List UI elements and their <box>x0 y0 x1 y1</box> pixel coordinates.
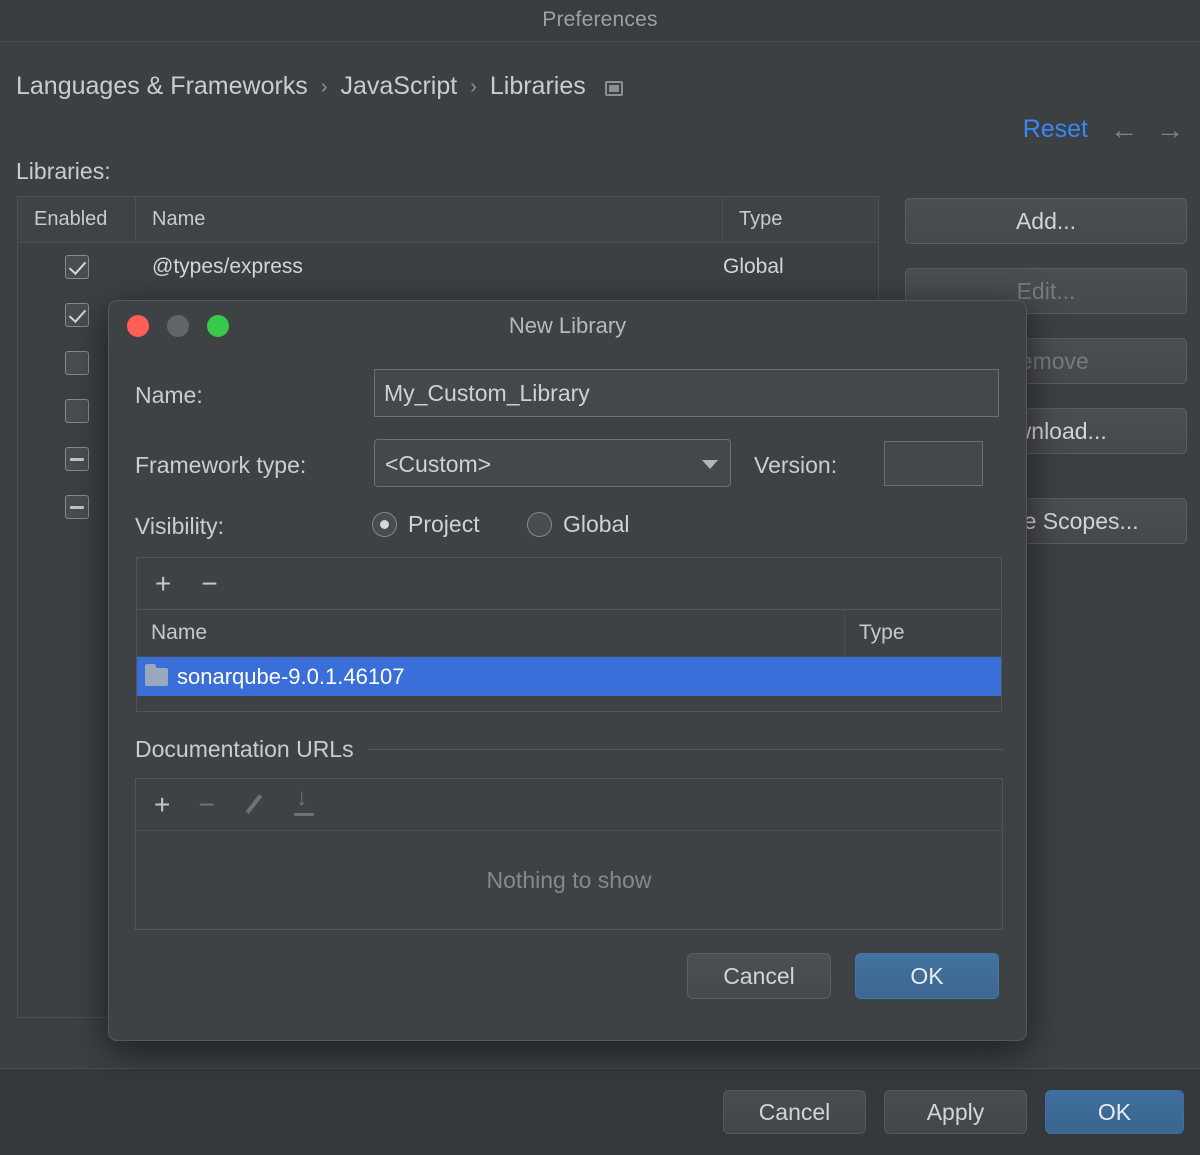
preferences-footer: Cancel Apply OK <box>0 1069 1200 1155</box>
breadcrumb-separator: › <box>470 76 477 98</box>
dialog-ok-button[interactable]: OK <box>855 953 999 999</box>
add-button[interactable]: Add... <box>905 198 1187 244</box>
dialog-cancel-button[interactable]: Cancel <box>687 953 831 999</box>
row-type-cell: Global <box>723 255 784 278</box>
breadcrumb-separator: › <box>320 76 328 98</box>
apply-button[interactable]: Apply <box>884 1090 1027 1134</box>
visibility-radio-global[interactable]: Global <box>527 511 629 538</box>
plus-icon[interactable]: + <box>154 790 170 819</box>
breadcrumb-item-languages-frameworks[interactable]: Languages & Frameworks <box>16 72 308 101</box>
library-files-header: Name Type <box>136 609 1002 657</box>
enabled-checkbox[interactable] <box>65 255 89 279</box>
minus-icon[interactable]: − <box>198 790 214 819</box>
enabled-checkbox[interactable] <box>65 447 89 471</box>
enabled-checkbox[interactable] <box>65 303 89 327</box>
visibility-option-label: Global <box>563 511 630 537</box>
breadcrumb-bar: Languages & Frameworks › JavaScript › Li… <box>0 42 1200 144</box>
breadcrumb-item-libraries[interactable]: Libraries <box>490 72 586 101</box>
column-header-name[interactable]: Name <box>136 197 723 242</box>
enabled-checkbox[interactable] <box>65 351 89 375</box>
libraries-label: Libraries: <box>16 158 111 184</box>
row-enabled-cell[interactable] <box>18 255 136 279</box>
breadcrumb: Languages & Frameworks › JavaScript › Li… <box>16 72 623 101</box>
preferences-titlebar: Preferences <box>0 0 1200 42</box>
version-label: Version: <box>754 452 838 478</box>
preferences-window: Preferences Languages & Frameworks › Jav… <box>0 0 1200 1155</box>
list-item-label: sonarqube-9.0.1.46107 <box>177 663 405 689</box>
minus-icon[interactable]: − <box>201 569 217 598</box>
download-icon[interactable] <box>293 784 315 817</box>
back-arrow-icon[interactable]: ← <box>1110 116 1138 144</box>
folder-icon <box>145 663 168 686</box>
pencil-icon[interactable] <box>243 794 265 816</box>
documentation-urls-label: Documentation URLs <box>135 736 354 762</box>
column-header-enabled[interactable]: Enabled <box>18 197 136 242</box>
ok-button[interactable]: OK <box>1045 1090 1184 1134</box>
legend-divider <box>367 749 1003 750</box>
radio-icon <box>372 512 397 537</box>
radio-icon <box>527 512 552 537</box>
version-input[interactable] <box>884 441 983 486</box>
framework-type-select[interactable]: <Custom> <box>374 439 731 487</box>
window-title: Preferences <box>542 8 658 31</box>
libraries-table-header: Enabled Name Type <box>18 197 878 243</box>
table-row[interactable]: @types/express Global <box>18 243 878 291</box>
name-input[interactable] <box>374 369 999 417</box>
new-library-dialog: New Library Name: Framework type: <Custo… <box>108 300 1027 1041</box>
panel-toggle-icon[interactable] <box>604 81 623 96</box>
visibility-label: Visibility: <box>135 513 225 539</box>
column-header-type[interactable]: Type <box>723 197 878 242</box>
framework-type-value: <Custom> <box>385 451 492 477</box>
library-files-toolbar: + − <box>136 557 1002 609</box>
name-label: Name: <box>135 382 203 408</box>
plus-icon[interactable]: + <box>155 569 171 598</box>
row-name-cell: @types/express <box>152 255 303 278</box>
column-header-type[interactable]: Type <box>845 610 1001 656</box>
library-files-body: sonarqube-9.0.1.46107 <box>136 657 1002 712</box>
dialog-titlebar: New Library <box>109 301 1026 353</box>
empty-state-text: Nothing to show <box>486 866 652 893</box>
enabled-checkbox[interactable] <box>65 495 89 519</box>
chevron-down-icon <box>702 460 718 469</box>
documentation-urls-panel: + − Nothing to show <box>135 778 1003 930</box>
visibility-option-label: Project <box>408 511 480 537</box>
documentation-urls-legend: Documentation URLs <box>135 736 1003 763</box>
reset-link[interactable]: Reset <box>1023 115 1088 144</box>
framework-type-label: Framework type: <box>135 452 307 478</box>
enabled-checkbox[interactable] <box>65 399 89 423</box>
column-header-name[interactable]: Name <box>137 610 845 656</box>
dialog-title: New Library <box>508 313 627 338</box>
breadcrumb-item-javascript[interactable]: JavaScript <box>340 72 457 101</box>
forward-arrow-icon[interactable]: → <box>1156 116 1184 144</box>
list-item[interactable]: sonarqube-9.0.1.46107 <box>137 657 1001 696</box>
documentation-urls-toolbar: + − <box>136 779 1002 831</box>
cancel-button[interactable]: Cancel <box>723 1090 866 1134</box>
visibility-radio-project[interactable]: Project <box>372 511 480 538</box>
library-files-panel: + − Name Type sonarqube-9.0.1.46107 <box>135 556 1003 713</box>
